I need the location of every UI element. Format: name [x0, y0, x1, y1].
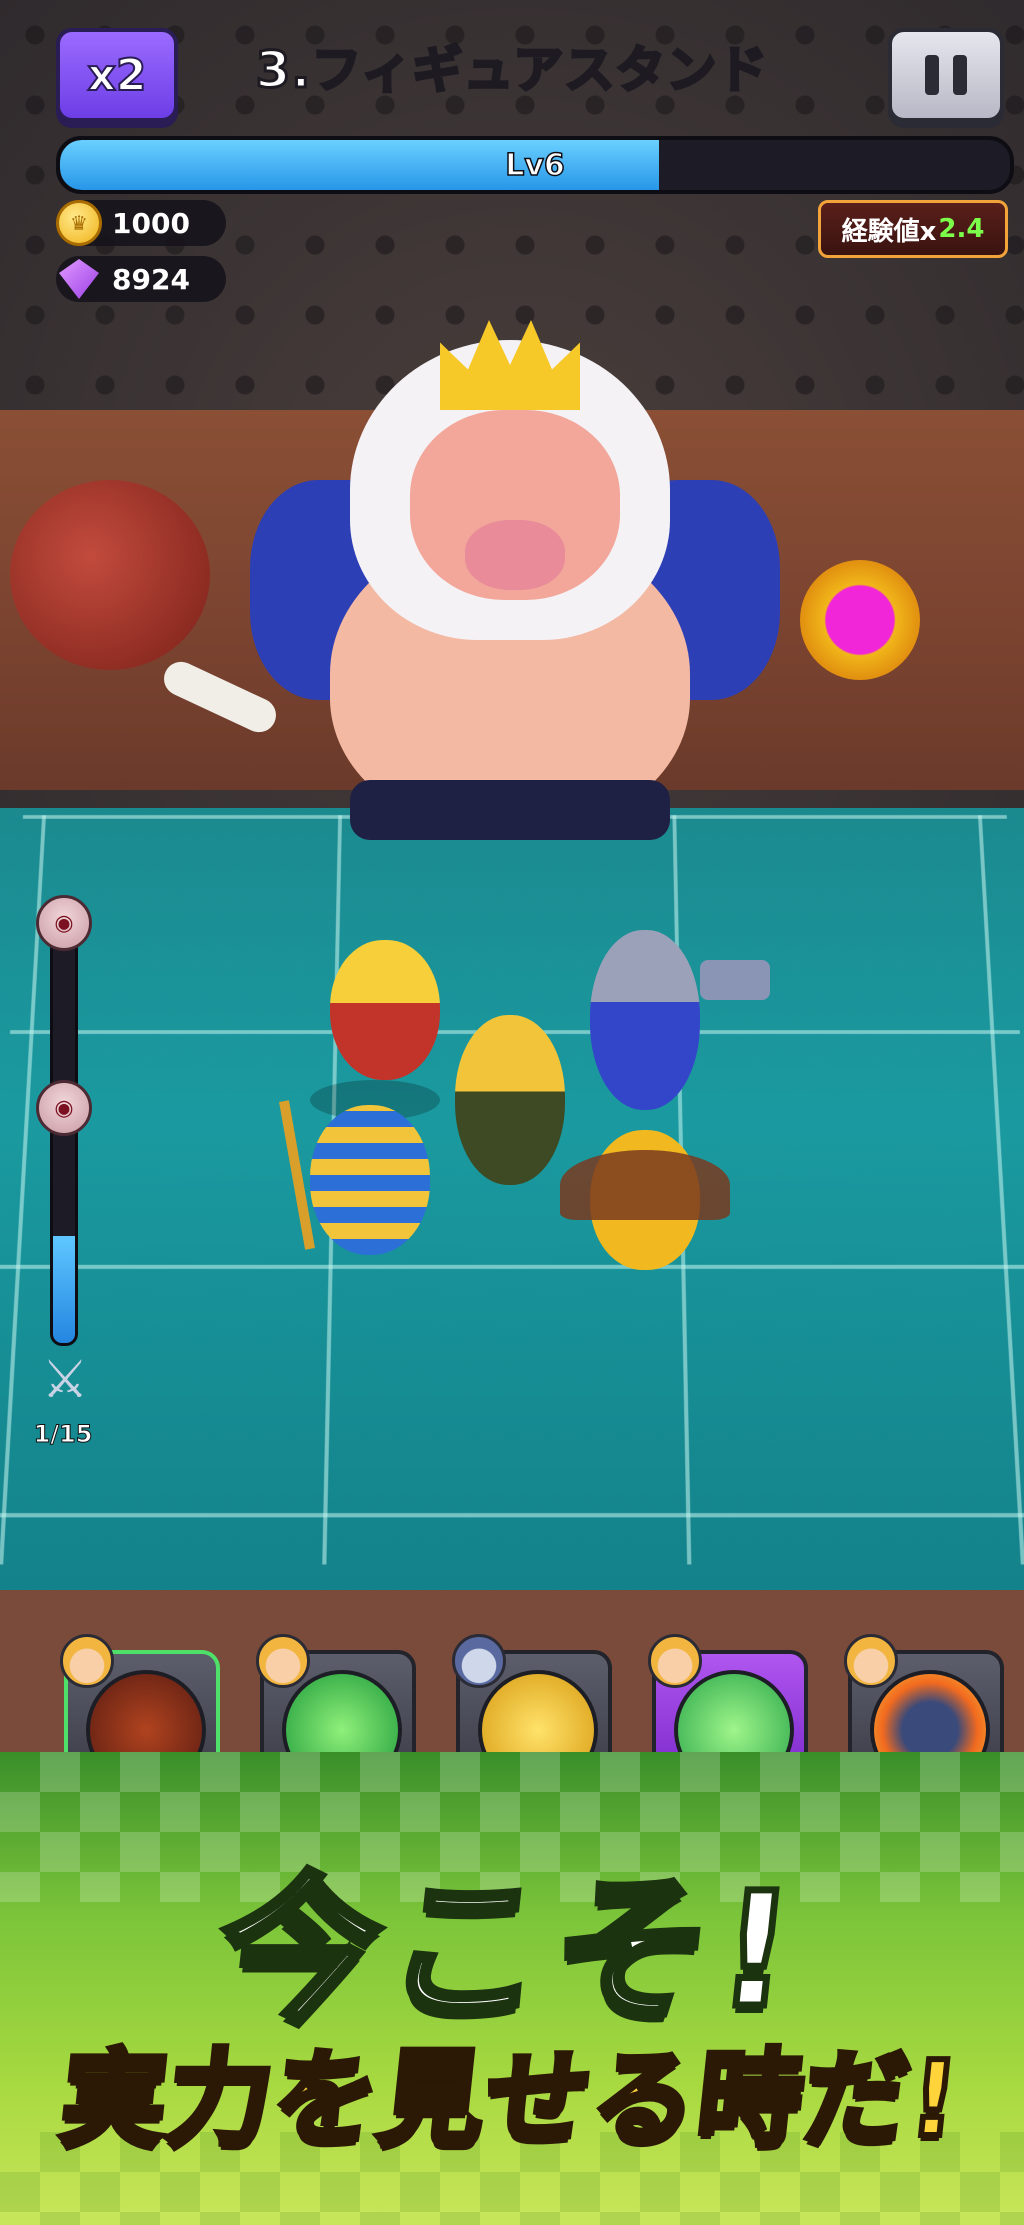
speed-toggle-button[interactable]: x2 [56, 28, 178, 122]
hammer-head [700, 960, 770, 1000]
hero-viking[interactable] [590, 930, 700, 1110]
hero-portrait [452, 1634, 506, 1688]
pause-icon [925, 55, 939, 95]
hero-portrait [256, 1634, 310, 1688]
level-label: Lv6 [504, 147, 565, 184]
meat-club-weapon [10, 480, 210, 670]
wave-skull-icon: ◉ [36, 1080, 92, 1136]
crown-icon [440, 320, 580, 410]
wave-counter: 1/15 [33, 1420, 93, 1449]
hero-elf[interactable] [455, 1015, 565, 1185]
gem-counter: 8924 [56, 256, 226, 302]
coin-icon: ♛ [56, 200, 102, 246]
dragon-wing [560, 1150, 730, 1220]
wave-progress-fill [53, 1235, 75, 1343]
pig-king-boss[interactable] [190, 320, 830, 840]
exp-bonus-prefix: 経験値x [841, 216, 937, 247]
coin-amount: 1000 [112, 206, 190, 240]
floor-grid-line [978, 815, 1024, 1565]
pause-icon [953, 55, 967, 95]
promo-subheadline: 実力を見せる時だ! [53, 2035, 969, 2163]
stage-title: 3.フィギュアスタンド [254, 40, 769, 101]
hero-portrait [844, 1634, 898, 1688]
coin-counter: ♛ 1000 [56, 200, 226, 246]
hero-pharaoh[interactable] [310, 1105, 430, 1255]
promo-banner: 今こそ! 実力を見せる時だ! [0, 1752, 1024, 2225]
crossed-swords-icon: ⚔ [41, 1350, 89, 1410]
exp-bonus-badge: 経験値x 2.4 [818, 200, 1008, 258]
boss-snout [465, 520, 565, 590]
level-progress-bar: Lv6 [56, 136, 1014, 194]
exp-bonus-value: 2.4 [938, 214, 985, 244]
skill-bar [0, 1628, 1024, 1790]
floor-grid-line [0, 1513, 1024, 1518]
boss-wave-skull-icon: ◉ [36, 895, 92, 951]
gem-amount: 8924 [112, 262, 190, 296]
arena-floor [0, 807, 1024, 1632]
gem-icon [56, 256, 102, 302]
hero-red-cape[interactable] [330, 940, 440, 1080]
floor-grid-line [0, 1264, 1024, 1269]
hero-portrait [648, 1634, 702, 1688]
pause-button[interactable] [888, 28, 1004, 122]
boss-belt [350, 780, 670, 840]
speed-label: x2 [87, 49, 148, 102]
hero-portrait [60, 1634, 114, 1688]
